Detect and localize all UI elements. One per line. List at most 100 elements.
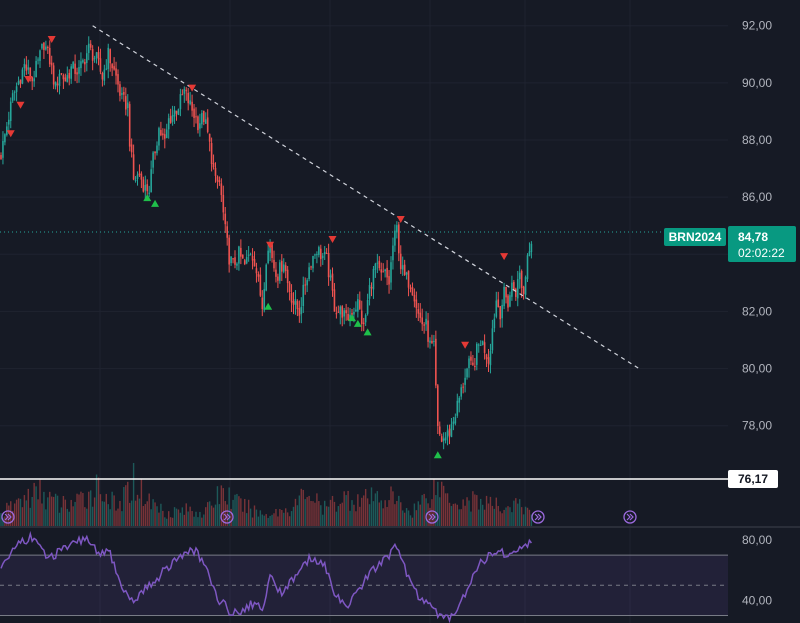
candle-body	[493, 318, 496, 329]
volume-bar	[97, 477, 100, 527]
candle-body	[99, 58, 102, 72]
candle-body	[509, 295, 511, 307]
candle-body	[323, 251, 326, 255]
volume-bar	[249, 508, 252, 527]
volume-bar	[121, 511, 123, 527]
candle-body	[52, 65, 55, 85]
candle-body	[27, 67, 30, 70]
candle-body	[72, 62, 74, 69]
volume-bar	[111, 491, 113, 527]
candle-body	[438, 426, 441, 435]
candle-body	[37, 59, 39, 61]
volume-bar	[450, 506, 453, 527]
volume-bar	[480, 498, 482, 527]
volume-bar	[464, 505, 466, 527]
candle-body	[290, 292, 293, 303]
volume-bar	[499, 511, 501, 527]
candle-body	[398, 224, 400, 254]
volume-bar	[0, 513, 2, 527]
volume-bar	[203, 514, 205, 527]
volume-bar	[240, 498, 242, 527]
volume-bar	[505, 507, 507, 527]
candle-body	[281, 260, 283, 272]
candle-body	[193, 108, 195, 118]
volume-bar	[456, 504, 458, 527]
volume-bar	[35, 486, 37, 527]
volume-bar	[339, 503, 341, 527]
candle-body	[524, 277, 527, 295]
candle-body	[134, 179, 137, 181]
volume-bar	[269, 515, 271, 527]
candle-body	[212, 162, 215, 168]
volume-bar	[84, 507, 86, 527]
candle-body	[366, 299, 369, 314]
volume-bar	[183, 514, 185, 527]
candle-body	[97, 51, 100, 60]
volume-bar	[454, 503, 457, 527]
candle-body	[132, 154, 135, 180]
candle-body	[138, 173, 141, 176]
volume-bar	[263, 515, 265, 527]
volume-bar	[74, 501, 76, 527]
symbol-tag: BRN2024	[664, 228, 726, 246]
candle-body	[117, 74, 119, 85]
candle-body	[355, 309, 357, 312]
volume-bar	[132, 462, 135, 527]
candle-body	[179, 94, 182, 110]
candle-body	[491, 328, 494, 351]
volume-bar	[517, 503, 519, 527]
candle-body	[456, 400, 459, 416]
trading-chart[interactable]: 92,00 90,00 88,00 86,00 82,00 80,00 78,00 80,0…	[0, 0, 800, 623]
candle-body	[175, 110, 178, 114]
volume-bar	[522, 514, 525, 527]
candle-body	[13, 91, 16, 93]
candle-body	[462, 386, 464, 388]
volume-bar	[134, 500, 137, 527]
volume-bar	[283, 512, 285, 527]
candle-body	[259, 274, 262, 296]
volume-bar	[376, 491, 379, 527]
volume-bar	[294, 498, 297, 527]
candle-body	[126, 102, 129, 109]
candle-body	[298, 308, 301, 316]
candle-body	[204, 119, 207, 124]
volume-bar	[273, 513, 275, 527]
volume-bar	[411, 517, 414, 527]
volume-bar	[413, 503, 416, 527]
volume-bar	[310, 500, 312, 527]
candle-body	[528, 251, 531, 256]
volume-bar	[62, 495, 65, 527]
candle-body	[304, 284, 306, 286]
volume-bar	[246, 513, 248, 527]
candle-body	[228, 237, 230, 265]
candle-body	[111, 64, 113, 69]
volume-bar	[15, 499, 18, 527]
candle-body	[203, 110, 205, 122]
volume-bar	[109, 509, 111, 527]
volume-bar	[51, 496, 53, 527]
volume-bar	[242, 511, 244, 527]
candle-body	[82, 60, 84, 63]
candle-body	[154, 151, 156, 154]
volume-bar	[405, 508, 408, 527]
volume-bar	[491, 505, 494, 527]
rsi-tick-label: 80,00	[742, 533, 772, 547]
candle-body	[238, 246, 240, 264]
volume-bar	[164, 517, 166, 527]
candle-body	[17, 81, 20, 85]
candle-body	[275, 269, 277, 277]
price-tick-label: 90,00	[742, 76, 772, 90]
volume-bar	[99, 494, 102, 527]
volume-bar	[95, 474, 98, 527]
volume-bar	[212, 507, 215, 527]
volume-bar	[318, 501, 320, 527]
volume-bar	[148, 493, 150, 527]
candle-body	[440, 436, 443, 442]
last-price-label: 84,78	[738, 230, 768, 244]
volume-bar	[138, 498, 141, 527]
volume-bar	[191, 511, 193, 527]
candle-body	[68, 72, 71, 79]
volume-bar	[433, 479, 435, 527]
candle-body	[70, 66, 72, 79]
volume-bar	[146, 501, 148, 527]
